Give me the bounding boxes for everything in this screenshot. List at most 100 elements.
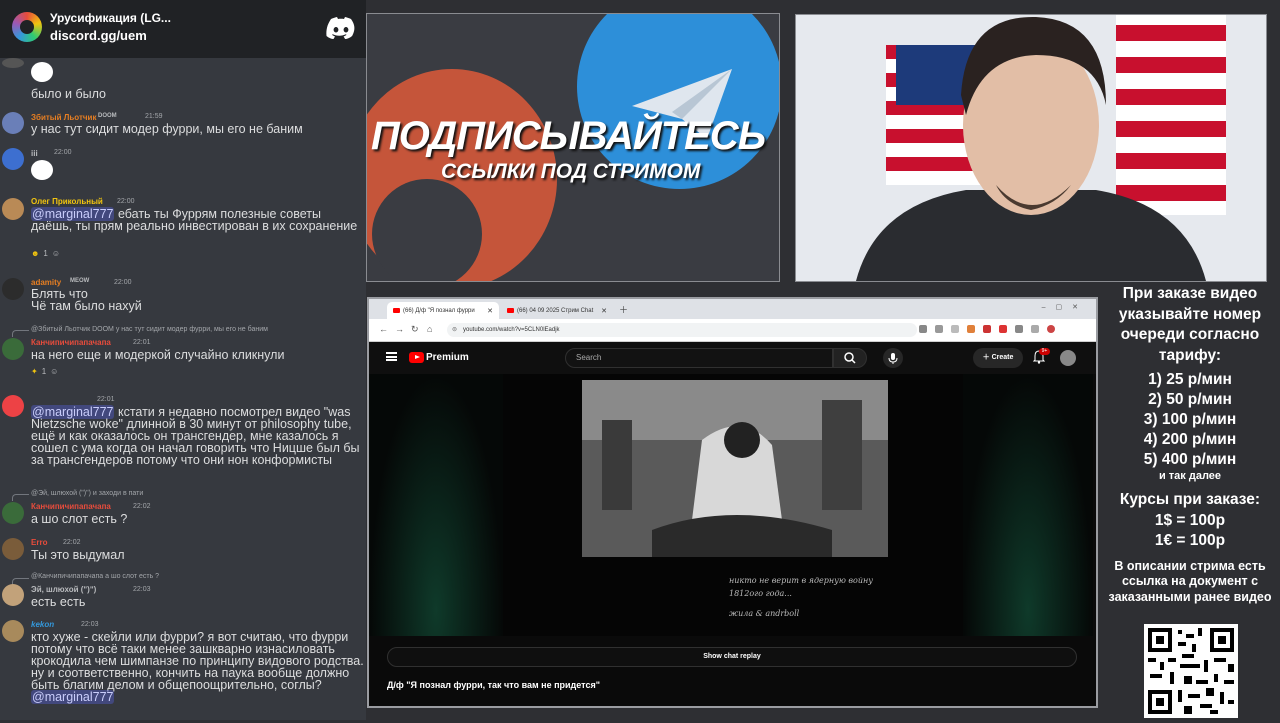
video-still-image bbox=[582, 380, 888, 557]
cast-icon[interactable] bbox=[919, 325, 927, 333]
user-avatar bbox=[2, 278, 24, 300]
voice-search-button[interactable] bbox=[883, 348, 903, 368]
username[interactable]: adamity bbox=[31, 278, 61, 287]
adblock-icon[interactable] bbox=[983, 325, 991, 333]
tariff-item: 1) 25 р/мин bbox=[1148, 371, 1232, 388]
browser-window: (66) Д/ф "Я познал фурри ✕ (66) 04 09 20… bbox=[367, 297, 1098, 708]
address-bar: ← → ↻ ⌂ ⊜ youtube.com/watch?v=5CLN0lEadj… bbox=[369, 319, 1096, 342]
timestamp: 22:00 bbox=[117, 198, 135, 205]
tariff-item: 4) 200 р/мин bbox=[1143, 431, 1237, 448]
reply-connector bbox=[12, 494, 29, 501]
ambient-glow-right bbox=[963, 374, 1093, 636]
tab-youtube-video[interactable]: (66) Д/ф "Я познал фурри ✕ bbox=[387, 302, 499, 319]
webcam-image bbox=[796, 15, 1266, 281]
tab-youtube-chat[interactable]: (66) 04 09 2025 Стрим Chat ✕ bbox=[501, 302, 613, 319]
chat-message: 22:01 @marginal777 кстати я недавно посм… bbox=[0, 393, 366, 485]
account-avatar[interactable] bbox=[1060, 350, 1076, 366]
message-text: кто хуже - скейли или фурри? я вот счита… bbox=[31, 630, 364, 704]
user-avatar bbox=[2, 538, 24, 560]
video-frame-napoleon bbox=[582, 380, 888, 557]
search-button[interactable] bbox=[833, 348, 867, 368]
extension-icon[interactable] bbox=[967, 325, 975, 333]
message-text: Блять что Чё там было нахуй bbox=[31, 287, 142, 313]
chat-message: @Канчипичипапачапа а шо слот есть ? Эй, … bbox=[0, 572, 366, 614]
reaction-bar[interactable]: ☻ 1 ☺ bbox=[31, 247, 60, 259]
message-text: а шо слот есть ? bbox=[31, 512, 128, 526]
tariff-item: 3) 100 р/мин bbox=[1143, 411, 1237, 428]
user-badge: DOOM bbox=[98, 113, 117, 119]
window-controls[interactable]: –▢✕ bbox=[1042, 303, 1088, 311]
reply-preview[interactable]: @Эй, шлюхой (ʺ)ʺ) и заходи в пати bbox=[31, 490, 143, 497]
rate-item: 1$ = 100р bbox=[1154, 511, 1226, 529]
server-icon bbox=[12, 12, 42, 42]
video-caption-line2: 1812ого года... bbox=[729, 589, 792, 598]
user-avatar bbox=[2, 148, 24, 170]
username[interactable]: Канчипичипапачапа bbox=[31, 338, 111, 347]
extension-icon[interactable] bbox=[999, 325, 1007, 333]
tab-label: (66) Д/ф "Я познал фурри bbox=[403, 307, 475, 314]
sidebar-icon[interactable] bbox=[1031, 325, 1039, 333]
video-caption-credits: жила & andrboll bbox=[729, 609, 800, 618]
reply-connector bbox=[12, 330, 29, 337]
youtube-header: Premium Search ＋ Create 9+ bbox=[369, 342, 1096, 374]
message-text: @marginal777 ебать ты Фуррям полезные со… bbox=[31, 207, 358, 233]
search-input[interactable]: Search bbox=[565, 348, 833, 368]
username[interactable]: Канчипичипапачапа bbox=[31, 502, 111, 511]
server-name: Урусификация (LG... bbox=[50, 11, 171, 25]
back-icon[interactable]: ← bbox=[379, 324, 388, 334]
username[interactable]: iii bbox=[31, 149, 38, 158]
timestamp: 22:01 bbox=[97, 396, 115, 403]
user-avatar bbox=[2, 620, 24, 642]
sticker-emoji bbox=[31, 160, 53, 180]
message-text: было и было bbox=[31, 87, 106, 101]
discord-logo-icon bbox=[326, 17, 355, 39]
profile-icon[interactable] bbox=[1047, 325, 1055, 333]
reply-preview[interactable]: @Збитый Льотчик DOOM у нас тут сидит мод… bbox=[31, 326, 268, 333]
star-icon[interactable] bbox=[951, 325, 959, 333]
reply-preview[interactable]: @Канчипичипапачапа а шо слот есть ? bbox=[31, 573, 159, 580]
create-button[interactable]: ＋ Create bbox=[973, 348, 1023, 368]
youtube-content: никто не верит в ядерную войну 1812ого г… bbox=[369, 374, 1096, 706]
user-avatar bbox=[2, 112, 24, 134]
video-title: Д/ф "Я познал фурри, так что вам не прид… bbox=[387, 680, 600, 690]
youtube-logo-icon[interactable] bbox=[409, 352, 424, 363]
user-badge: MEOW bbox=[70, 278, 90, 284]
order-info-panel: При заказе видео указывайте номер очеред… bbox=[1100, 284, 1280, 605]
username[interactable]: Эй, шлюхой (ʺ)ʺ) bbox=[31, 585, 96, 594]
search-icon bbox=[844, 352, 856, 364]
microphone-icon bbox=[888, 353, 898, 364]
show-chat-replay-button[interactable]: Show chat replay bbox=[387, 647, 1077, 667]
server-invite-link[interactable]: discord.gg/uem bbox=[50, 28, 147, 43]
reload-icon[interactable]: ↻ bbox=[411, 324, 419, 335]
hamburger-menu-icon[interactable] bbox=[386, 352, 397, 361]
close-tab-icon[interactable]: ✕ bbox=[487, 307, 493, 315]
document-note: В описании стрима есть ссылка на докумен… bbox=[1108, 558, 1272, 604]
username[interactable]: Збитый Льотчик bbox=[31, 113, 96, 122]
username[interactable]: kekon bbox=[31, 620, 54, 629]
user-mention[interactable]: @marginal777 bbox=[31, 690, 115, 704]
home-icon[interactable]: ⌂ bbox=[427, 324, 432, 334]
rates-list: 1$ = 100р 1€ = 100р bbox=[1100, 511, 1280, 551]
zoom-icon[interactable] bbox=[935, 325, 943, 333]
new-tab-icon[interactable]: ＋ bbox=[619, 303, 628, 316]
ambient-glow-left bbox=[369, 374, 503, 636]
username[interactable]: Олег Прикольный bbox=[31, 197, 103, 206]
add-reaction-icon[interactable]: ☺ bbox=[52, 249, 60, 258]
qr-code-icon bbox=[1144, 624, 1238, 718]
user-avatar bbox=[2, 395, 24, 417]
lock-icon: ⊜ bbox=[452, 327, 458, 333]
chat-message: kekon 22:03 кто хуже - скейли или фурри?… bbox=[0, 618, 366, 720]
close-tab-icon[interactable]: ✕ bbox=[601, 307, 607, 315]
reaction-bar[interactable]: ✦ 1 ☺ bbox=[31, 365, 58, 377]
video-caption-line1: никто не верит в ядерную войну bbox=[729, 576, 873, 585]
username[interactable]: Erro bbox=[31, 538, 47, 547]
forward-icon[interactable]: → bbox=[395, 324, 404, 334]
chat-message: adamity MEOW 22:00 Блять что Чё там было… bbox=[0, 276, 366, 320]
tariff-list: 1) 25 р/мин 2) 50 р/мин 3) 100 р/мин 4) … bbox=[1100, 370, 1280, 470]
reaction-emoji-icon: ✦ bbox=[31, 366, 38, 376]
puzzle-icon[interactable] bbox=[1015, 325, 1023, 333]
url-field[interactable]: ⊜ youtube.com/watch?v=5CLN0lEadjk bbox=[447, 323, 917, 337]
tab-bar: (66) Д/ф "Я познал фурри ✕ (66) 04 09 20… bbox=[369, 299, 1096, 319]
add-reaction-icon[interactable]: ☺ bbox=[50, 367, 58, 376]
youtube-brand[interactable]: Premium bbox=[426, 352, 469, 363]
